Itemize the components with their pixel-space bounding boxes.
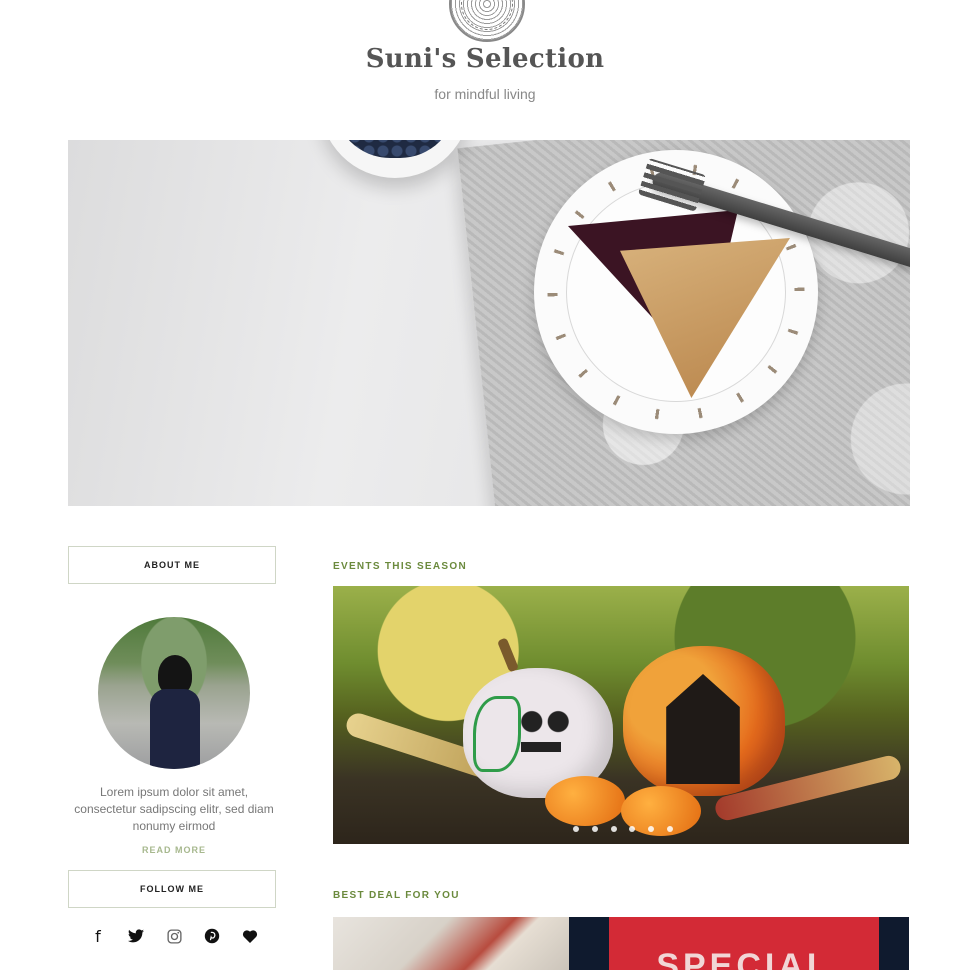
pumpkin-stem bbox=[496, 637, 520, 673]
events-section-label: Events This Season bbox=[333, 561, 467, 572]
carousel-dot[interactable] bbox=[648, 826, 655, 832]
pinterest-icon[interactable] bbox=[200, 924, 224, 948]
about-me-heading: About Me bbox=[68, 546, 276, 584]
deal-image[interactable]: SPECIAL bbox=[333, 917, 909, 970]
carousel-dot[interactable] bbox=[666, 826, 673, 832]
site-tagline: for mindful living bbox=[434, 86, 536, 102]
site-logo[interactable] bbox=[449, 0, 525, 42]
follow-me-heading: Follow Me bbox=[68, 870, 276, 908]
heart-icon[interactable] bbox=[238, 924, 262, 948]
small-pumpkin bbox=[545, 776, 625, 826]
site-title[interactable]: Suni's Selection bbox=[0, 44, 970, 74]
house-pumpkin bbox=[623, 646, 785, 796]
social-links: f bbox=[86, 923, 262, 949]
deal-banner-text: SPECIAL bbox=[656, 947, 832, 970]
carousel-dots[interactable] bbox=[573, 826, 673, 834]
carousel-dot[interactable] bbox=[610, 826, 617, 832]
facebook-icon[interactable]: f bbox=[86, 924, 110, 948]
avatar bbox=[98, 617, 250, 769]
instagram-icon[interactable] bbox=[162, 924, 186, 948]
events-image[interactable] bbox=[333, 586, 909, 844]
carousel-dot[interactable] bbox=[573, 826, 579, 832]
hero-image[interactable] bbox=[68, 140, 910, 506]
carousel-dot[interactable] bbox=[591, 826, 598, 832]
deal-photo bbox=[333, 917, 569, 970]
deal-banner: SPECIAL bbox=[609, 917, 879, 970]
about-text: Lorem ipsum dolor sit amet, consectetur … bbox=[74, 785, 274, 833]
carousel-dot[interactable] bbox=[629, 826, 636, 832]
read-more-link[interactable]: Read More bbox=[74, 845, 274, 855]
deal-section-label: Best Deal For You bbox=[333, 890, 460, 901]
twitter-icon[interactable] bbox=[124, 924, 148, 948]
